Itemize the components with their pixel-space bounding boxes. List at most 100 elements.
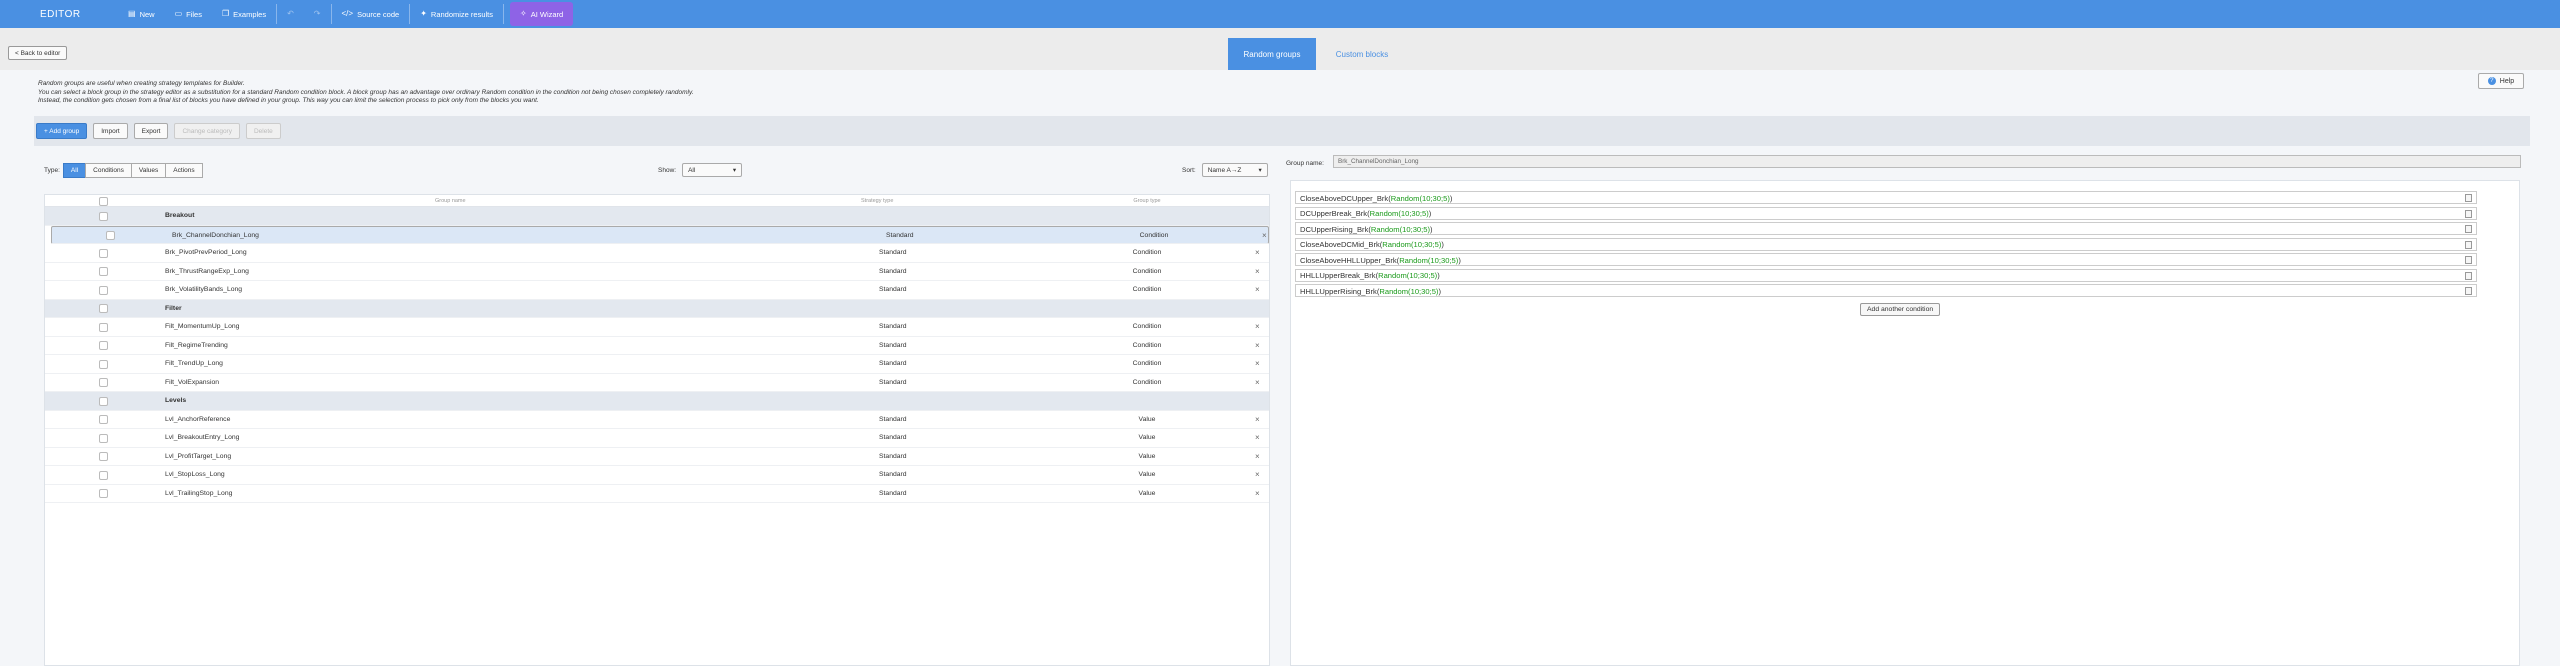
- ai-wizard-button[interactable]: ✧ AI Wizard: [510, 2, 574, 26]
- delete-row-icon[interactable]: ×: [1255, 489, 1260, 498]
- row-checkbox[interactable]: [99, 304, 108, 313]
- redo-button[interactable]: ↷: [304, 2, 331, 26]
- table-row[interactable]: Filt_MomentumUp_Long Standard Condition ×: [45, 318, 1269, 337]
- row-checkbox[interactable]: [99, 285, 108, 295]
- strategy-type-header: Strategy type: [861, 198, 894, 204]
- ai-wizard-label: AI Wizard: [530, 9, 564, 19]
- table-row[interactable]: Brk_ChannelDonchian_Long Standard Conditio…: [51, 225, 1269, 244]
- delete-row-icon[interactable]: ×: [1255, 341, 1260, 350]
- paren: ): [1437, 271, 1440, 280]
- select-all-checkbox[interactable]: [99, 196, 108, 206]
- help-button[interactable]: ? Help: [2478, 73, 2524, 89]
- type-conditions-button[interactable]: Conditions: [85, 163, 132, 178]
- category-row[interactable]: Levels: [45, 392, 1269, 411]
- tab-custom-blocks[interactable]: Custom blocks: [1318, 38, 1406, 70]
- condition-item[interactable]: CloseAboveDCUpper_Brk(Random(10;30;5)): [1295, 191, 2477, 204]
- delete-row-icon[interactable]: ×: [1255, 433, 1260, 442]
- delete-row-icon[interactable]: ×: [1255, 378, 1260, 387]
- condition-random-args: Random(10;30;5): [1390, 193, 1450, 203]
- export-button[interactable]: Export: [133, 123, 169, 139]
- source-code-button[interactable]: </> Source code: [332, 2, 410, 26]
- type-all-button[interactable]: All: [62, 163, 87, 178]
- delete-row-icon[interactable]: ×: [1255, 359, 1260, 368]
- delete-condition-icon[interactable]: [2465, 256, 2472, 264]
- delete-row-icon[interactable]: ×: [1255, 248, 1260, 257]
- category-row[interactable]: Filter: [45, 299, 1269, 318]
- condition-item[interactable]: DCUpperBreak_Brk(Random(10;30;5)): [1295, 206, 2477, 220]
- condition-item[interactable]: CloseAboveDCMid_Brk(Random(10;30;5)): [1295, 237, 2477, 251]
- new-file-icon: ▤: [128, 9, 136, 18]
- table-row[interactable]: Lvl_ProfitTarget_Long Standard Value ×: [45, 448, 1269, 466]
- delete-condition-icon[interactable]: [2465, 240, 2472, 249]
- table-row[interactable]: Filt_TrendUp_Long Standard Condition ×: [45, 355, 1269, 374]
- table-row[interactable]: Filt_RegimeTrending Standard Condition ×: [45, 337, 1269, 355]
- row-checkbox[interactable]: [99, 211, 108, 221]
- table-row[interactable]: Lvl_AnchorReference Standard Value ×: [45, 411, 1269, 429]
- group-name-cell: Filt_TrendUp_Long: [165, 360, 223, 367]
- condition-name: DCUpperBreak_Brk: [1300, 209, 1368, 218]
- delete-condition-icon[interactable]: [2465, 271, 2472, 280]
- delete-row-icon[interactable]: ×: [1255, 415, 1260, 424]
- show-select[interactable]: All ▾: [682, 163, 743, 177]
- delete-row-icon[interactable]: ×: [1255, 470, 1260, 479]
- delete-row-icon[interactable]: ×: [1262, 231, 1267, 240]
- category-row[interactable]: Breakout: [45, 207, 1269, 226]
- row-checkbox[interactable]: [99, 248, 108, 258]
- row-checkbox[interactable]: [99, 489, 108, 498]
- sort-select[interactable]: Name A→Z ▾: [1201, 163, 1268, 177]
- condition-item[interactable]: DCUpperRising_Brk(Random(10;30;5)): [1295, 222, 2477, 235]
- table-row[interactable]: Lvl_StopLoss_Long Standard Value ×: [45, 466, 1269, 485]
- delete-condition-icon[interactable]: [2465, 287, 2472, 295]
- files-button[interactable]: ▭ Files: [165, 2, 212, 26]
- delete-row-icon[interactable]: ×: [1255, 285, 1260, 294]
- sparkle-icon: ✦: [420, 9, 427, 18]
- group-name-cell: Filt_RegimeTrending: [165, 341, 228, 349]
- delete-condition-icon[interactable]: [2465, 194, 2472, 202]
- delete-row-icon[interactable]: ×: [1255, 322, 1260, 331]
- table-row[interactable]: Brk_PivotPrevPeriod_Long Standard Conditio…: [45, 244, 1269, 263]
- table-row[interactable]: Brk_ThrustRangeExp_Long Standard Condition…: [45, 263, 1269, 281]
- group-type-cell: Value: [1138, 471, 1156, 478]
- table-row[interactable]: Lvl_BreakoutEntry_Long Standard Value ×: [45, 429, 1269, 448]
- row-checkbox[interactable]: [99, 341, 108, 350]
- table-row[interactable]: Brk_VolatilityBands_Long Standard Conditio…: [45, 281, 1269, 300]
- table-row[interactable]: Filt_VolExpansion Standard Condition ×: [45, 374, 1269, 392]
- change-category-button[interactable]: Change category: [174, 123, 240, 139]
- tab-random-groups[interactable]: Random groups: [1228, 38, 1316, 70]
- row-checkbox[interactable]: [99, 267, 108, 276]
- type-values-button[interactable]: Values: [130, 163, 167, 178]
- delete-condition-icon[interactable]: [2465, 225, 2472, 233]
- group-name-input[interactable]: Brk_ChannelDonchian_Long: [1333, 155, 2521, 168]
- type-segmented-control: All Conditions Values Actions: [62, 163, 203, 178]
- import-button[interactable]: Import: [93, 123, 128, 139]
- table-row[interactable]: Lvl_TrailingStop_Long Standard Value ×: [45, 485, 1269, 503]
- delete-condition-icon[interactable]: [2465, 209, 2472, 218]
- condition-item[interactable]: CloseAboveHHLLUpper_Brk(Random(10;30;5)): [1295, 253, 2477, 266]
- delete-row-icon[interactable]: ×: [1255, 267, 1260, 276]
- undo-button[interactable]: ↶: [277, 2, 304, 26]
- group-name-header: Group name: [435, 198, 466, 204]
- delete-button[interactable]: Delete: [245, 123, 281, 139]
- row-checkbox[interactable]: [99, 359, 108, 369]
- row-checkbox[interactable]: [99, 452, 108, 461]
- row-checkbox[interactable]: [99, 470, 108, 480]
- type-actions-button[interactable]: Actions: [165, 163, 203, 178]
- randomize-results-button[interactable]: ✦ Randomize results: [410, 2, 503, 26]
- delete-row-icon[interactable]: ×: [1255, 452, 1260, 461]
- examples-button[interactable]: ❐ Examples: [212, 2, 276, 26]
- row-checkbox[interactable]: [106, 231, 115, 240]
- back-to-editor-button[interactable]: < Back to editor: [8, 46, 68, 60]
- row-checkbox[interactable]: [99, 415, 108, 424]
- group-table: Group name Strategy type Group type Brea…: [44, 194, 1270, 666]
- add-condition-button[interactable]: Add another condition: [1860, 303, 1941, 316]
- row-checkbox[interactable]: [99, 396, 108, 406]
- row-checkbox[interactable]: [99, 433, 108, 443]
- condition-item[interactable]: HHLLUpperRising_Brk(Random(10;30;5)): [1295, 284, 2477, 297]
- paren: ): [1458, 255, 1461, 265]
- row-checkbox[interactable]: [99, 322, 108, 332]
- condition-item[interactable]: HHLLUpperBreak_Brk(Random(10;30;5)): [1295, 268, 2477, 282]
- add-group-button[interactable]: + Add group: [36, 123, 88, 139]
- row-checkbox[interactable]: [99, 378, 108, 387]
- new-button[interactable]: ▤ New: [118, 2, 165, 26]
- group-type-cell: Condition: [1132, 378, 1162, 386]
